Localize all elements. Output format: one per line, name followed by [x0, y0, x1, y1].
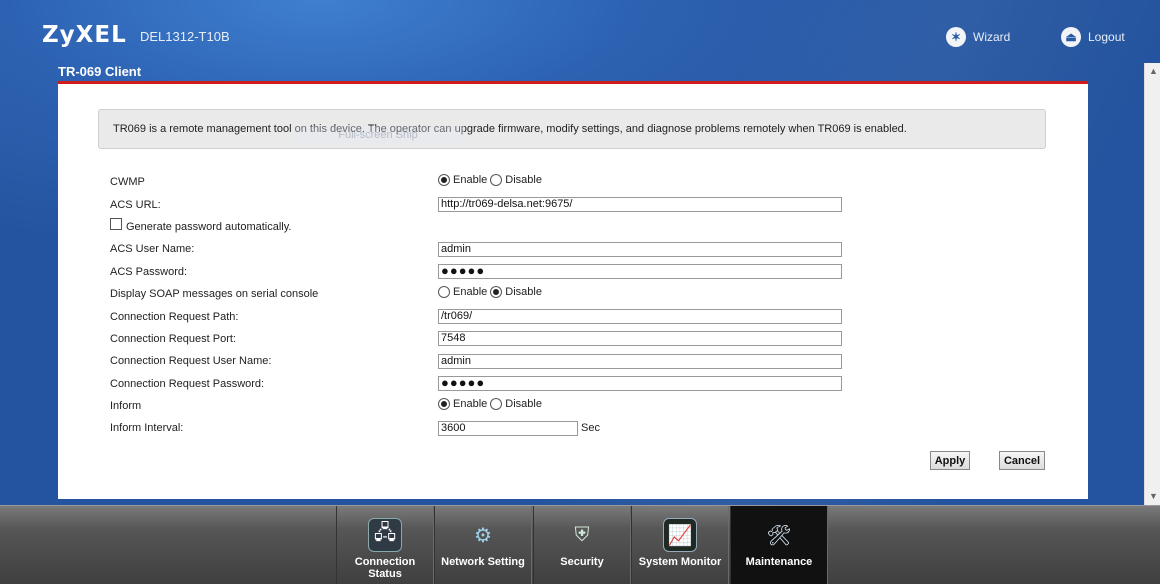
- vertical-scrollbar[interactable]: ▲ ▼: [1144, 63, 1160, 505]
- zyxel-logo: ZyXEL: [42, 22, 127, 48]
- conn-path-input[interactable]: /tr069/: [438, 309, 842, 324]
- soap-disable-radio[interactable]: [490, 286, 503, 298]
- cwmp-enable-label: Enable: [453, 174, 488, 186]
- conn-port-label: Connection Request Port:: [110, 333, 236, 345]
- wizard-icon: ✶: [946, 27, 966, 47]
- gear-icon: ⚙: [474, 524, 492, 547]
- generate-password-checkbox[interactable]: [110, 218, 122, 230]
- conn-user-input[interactable]: admin: [438, 354, 842, 369]
- snip-tooltip: Full-screen Snip: [292, 126, 464, 144]
- inform-enable-label: Enable: [453, 398, 488, 410]
- nav-maintenance[interactable]: 🛠 Maintenance: [730, 506, 828, 584]
- cwmp-disable-label: Disable: [505, 174, 542, 186]
- conn-port-input[interactable]: 7548: [438, 331, 842, 346]
- generate-password-label: Generate password automatically.: [126, 221, 292, 233]
- cwmp-label: CWMP: [110, 176, 145, 188]
- inform-disable-radio[interactable]: [490, 398, 503, 410]
- acs-url-label: ACS URL:: [110, 199, 161, 211]
- nav-network-setting[interactable]: ⚙ Network Setting: [434, 506, 532, 584]
- apply-button[interactable]: Apply: [930, 451, 970, 470]
- inform-disable-label: Disable: [505, 398, 542, 410]
- nav-label: System Monitor: [638, 556, 722, 568]
- soap-disable-label: Disable: [505, 286, 542, 298]
- acs-password-input[interactable]: ●●●●●: [438, 264, 842, 279]
- acs-url-input[interactable]: http://tr069-delsa.net:9675/: [438, 197, 842, 212]
- logout-icon: ⏏: [1061, 27, 1081, 47]
- conn-password-label: Connection Request Password:: [110, 378, 265, 390]
- inform-radio-group: Enable Disable: [438, 398, 545, 410]
- inform-interval-label: Inform Interval:: [110, 422, 184, 434]
- acs-password-label: ACS Password:: [110, 266, 188, 278]
- soap-radio-group: Enable Disable: [438, 286, 545, 298]
- wizard-label: Wizard: [973, 30, 1011, 44]
- soap-label: Display SOAP messages on serial console: [110, 288, 319, 300]
- monitor-icon: 📈: [663, 518, 697, 552]
- page-title: TR-069 Client: [58, 64, 142, 79]
- inform-enable-radio[interactable]: [438, 398, 450, 410]
- wizard-button[interactable]: ✶ Wizard: [946, 26, 1010, 48]
- cwmp-radio-group: Enable Disable: [438, 174, 545, 186]
- nav-label: Connection Status: [354, 556, 416, 580]
- cancel-button[interactable]: Cancel: [999, 451, 1045, 470]
- bottom-nav-bar: 🖧 Connection Status ⚙ Network Setting ⛨ …: [0, 505, 1160, 584]
- content-panel: TR069 is a remote management tool on thi…: [58, 81, 1088, 499]
- soap-enable-label: Enable: [453, 286, 488, 298]
- model-name: DEL1312-T10B: [140, 29, 230, 44]
- cwmp-disable-radio[interactable]: [490, 174, 503, 186]
- shield-icon: ⛨: [574, 523, 590, 546]
- connection-status-icon: 🖧: [368, 518, 402, 552]
- nav-security[interactable]: ⛨ Security: [533, 506, 631, 584]
- conn-password-input[interactable]: ●●●●●: [438, 376, 842, 391]
- scroll-up-icon[interactable]: ▲: [1149, 66, 1158, 76]
- nav-system-monitor[interactable]: 📈 System Monitor: [631, 506, 729, 584]
- nav-label: Maintenance: [745, 556, 813, 568]
- nav-connection-status[interactable]: 🖧 Connection Status: [336, 506, 434, 584]
- conn-user-label: Connection Request User Name:: [110, 355, 272, 367]
- logout-button[interactable]: ⏏ Logout: [1061, 26, 1125, 48]
- soap-enable-radio[interactable]: [438, 286, 450, 298]
- conn-path-label: Connection Request Path:: [110, 311, 239, 323]
- info-box: TR069 is a remote management tool on thi…: [98, 109, 1046, 149]
- nav-label: Security: [560, 556, 604, 568]
- inform-interval-input[interactable]: 3600: [438, 421, 578, 436]
- acs-user-label: ACS User Name:: [110, 243, 195, 255]
- cwmp-enable-radio[interactable]: [438, 174, 450, 186]
- inform-interval-unit: Sec: [581, 422, 600, 434]
- scroll-down-icon[interactable]: ▼: [1149, 491, 1158, 501]
- inform-label: Inform: [110, 400, 142, 412]
- acs-user-input[interactable]: admin: [438, 242, 842, 257]
- maintenance-icon: 🛠: [766, 524, 792, 547]
- nav-label: Network Setting: [441, 556, 525, 568]
- logout-label: Logout: [1088, 30, 1125, 44]
